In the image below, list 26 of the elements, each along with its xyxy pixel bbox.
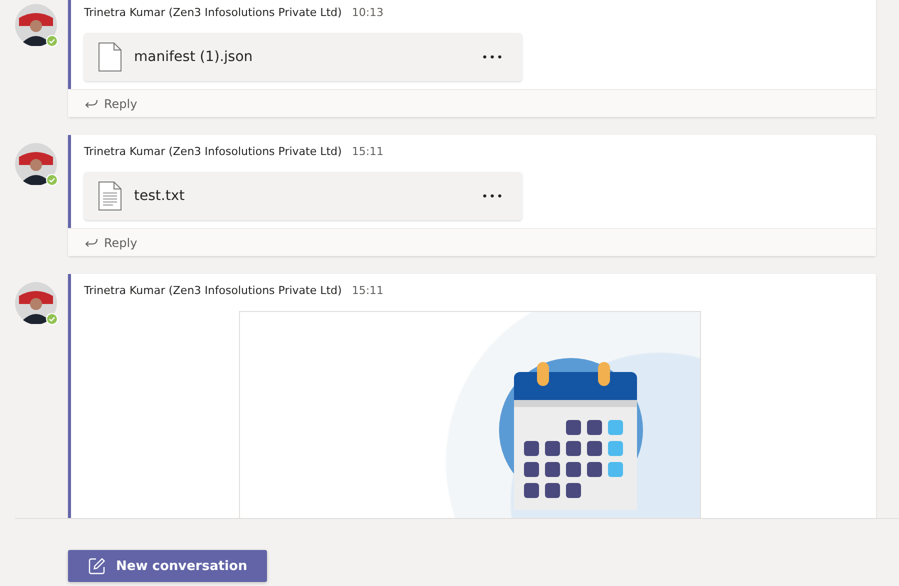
- avatar-icon: [15, 4, 57, 46]
- more-options-button[interactable]: •••: [478, 48, 508, 66]
- file-name: test.txt: [134, 188, 186, 204]
- author-name: Trinetra Kumar (Zen3 Infosolutions Private Ltd): [84, 6, 342, 19]
- reply-arrow-icon: [84, 98, 98, 108]
- file-icon: [98, 42, 122, 72]
- reply-arrow-icon: [84, 238, 98, 248]
- author-name: Trinetra Kumar (Zen3 Infosolutions Private Ltd): [84, 145, 342, 158]
- file-name: manifest (1).json: [134, 49, 254, 65]
- author-name: Trinetra Kumar (Zen3 Infosolutions Private Ltd): [84, 284, 342, 297]
- status-check-icon: [46, 313, 58, 325]
- text-file-icon: [98, 181, 122, 211]
- avatar-icon: [15, 282, 57, 324]
- file-attachment[interactable]: test.txt •••: [84, 172, 522, 220]
- more-options-button[interactable]: •••: [478, 188, 508, 204]
- reply-button[interactable]: Reply: [68, 228, 876, 256]
- file-attachment[interactable]: manifest (1).json •••: [84, 33, 522, 81]
- compose-icon: [88, 557, 106, 575]
- status-check-icon: [46, 35, 58, 47]
- message-time: 15:11: [352, 145, 384, 158]
- status-check-icon: [46, 174, 58, 186]
- avatar-icon: [15, 143, 57, 185]
- new-conversation-button[interactable]: New conversation: [68, 550, 268, 582]
- message-time: 10:13: [352, 6, 384, 19]
- message-time: 15:11: [352, 284, 384, 297]
- reply-button[interactable]: Reply: [68, 89, 876, 117]
